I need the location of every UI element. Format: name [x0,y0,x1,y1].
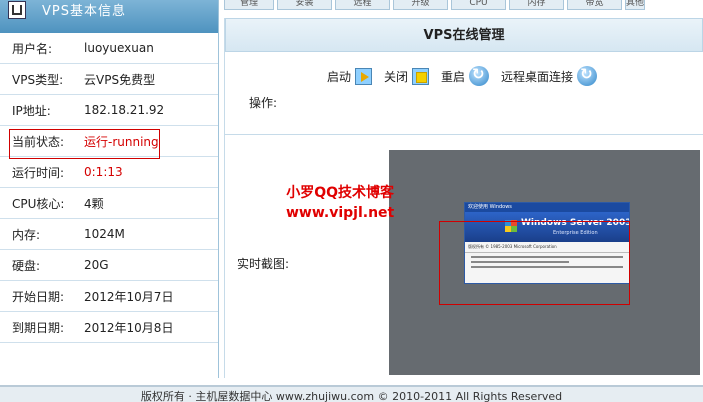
info-label: VPS类型: [12,72,64,87]
info-label: 用户名: [12,41,53,56]
info-row-status: 当前状态: 运行-running [0,126,218,159]
tab-memory[interactable]: 内存 [509,0,564,10]
tab-install[interactable]: 安装 [277,0,332,10]
info-row-username: 用户名: luoyuexuan [0,33,218,64]
info-value: 1024M [84,227,125,241]
stop-icon[interactable] [412,67,430,85]
operations-label: 操作: [248,96,278,110]
restart-label: 重启 [441,69,466,84]
info-label: 到期日期: [12,320,65,335]
tab-upgrade[interactable]: 升级 [393,0,448,10]
dialog-titlebar: 欢迎使用 Windows [465,203,629,212]
status-highlight-box [9,129,160,159]
tab-remote[interactable]: 远程 [335,0,390,10]
info-value: 2012年10月7日 [84,289,174,304]
info-row-end-date: 到期日期: 2012年10月8日 [0,312,218,343]
info-value: 2012年10月8日 [84,320,174,335]
screenshot-label: 实时截图: [236,257,290,271]
book-icon [8,0,26,19]
watermark-line2: www.vipjl.net [286,205,395,221]
vps-management-page: VPS基本信息 用户名: luoyuexuan VPS类型: 云VPS免费型 I… [0,0,703,402]
info-row-ip: IP地址: 182.18.21.92 [0,95,218,126]
info-label: 硬盘: [12,258,41,273]
panel-title: VPS在线管理 [225,18,703,52]
info-label: 开始日期: [12,289,65,304]
info-value: 4颗 [84,196,104,211]
info-value: 20G [84,258,109,272]
info-label: IP地址: [12,103,51,118]
operations-group: 启动 关闭 重启 远程桌面连接 [327,65,609,86]
sidebar-header: VPS基本信息 [0,0,218,33]
screenshot-row: 实时截图: 欢迎使用 Windows Windows Server 2003 E… [225,135,703,378]
screenshot-highlight-box [439,221,630,305]
watermark: 小罗QQ技术博客 www.vipjl.net [286,183,394,223]
sidebar-title: VPS基本信息 [42,4,126,19]
info-row-vps-type: VPS类型: 云VPS免费型 [0,64,218,95]
tab-bandwidth[interactable]: 带宽 [567,0,622,10]
uptime-value: 0:1:13 [84,165,123,179]
tab-cpu[interactable]: CPU [451,0,506,10]
start-button[interactable]: 启动 [327,67,373,85]
info-label: CPU核心: [12,196,65,211]
info-row-uptime: 运行时间: 0:1:13 [0,157,218,188]
tab-other[interactable]: 其他 [625,0,645,10]
footer: 版权所有 · 主机屋数据中心 www.zhujiwu.com © 2010-20… [0,385,703,402]
top-tabs: 管理 安装 远程 升级 CPU 内存 带宽 其他 [224,0,703,12]
refresh-icon[interactable] [577,65,598,86]
operations-row: 操作: 启动 关闭 重启 远程桌面连接 [225,52,703,135]
info-row-start-date: 开始日期: 2012年10月7日 [0,281,218,312]
tab-manage[interactable]: 管理 [224,0,274,10]
info-value: 云VPS免费型 [84,72,156,87]
stop-button[interactable]: 关闭 [384,67,430,85]
stop-label: 关闭 [384,69,409,84]
remote-desktop-button[interactable]: 远程桌面连接 [501,65,598,86]
info-value: luoyuexuan [84,41,154,55]
restart-button[interactable]: 重启 [441,65,490,86]
info-row-memory: 内存: 1024M [0,219,218,250]
watermark-line1: 小罗QQ技术博客 [286,185,395,201]
refresh-icon[interactable] [469,65,490,86]
play-icon[interactable] [355,67,373,85]
vps-info-sidebar: VPS基本信息 用户名: luoyuexuan VPS类型: 云VPS免费型 I… [0,0,219,378]
start-label: 启动 [327,69,352,84]
info-label: 运行时间: [12,165,65,180]
info-value: 182.18.21.92 [84,103,165,117]
info-row-disk: 硬盘: 20G [0,250,218,281]
remote-desktop-label: 远程桌面连接 [501,69,574,84]
info-row-cpu: CPU核心: 4颗 [0,188,218,219]
info-label: 内存: [12,227,41,242]
